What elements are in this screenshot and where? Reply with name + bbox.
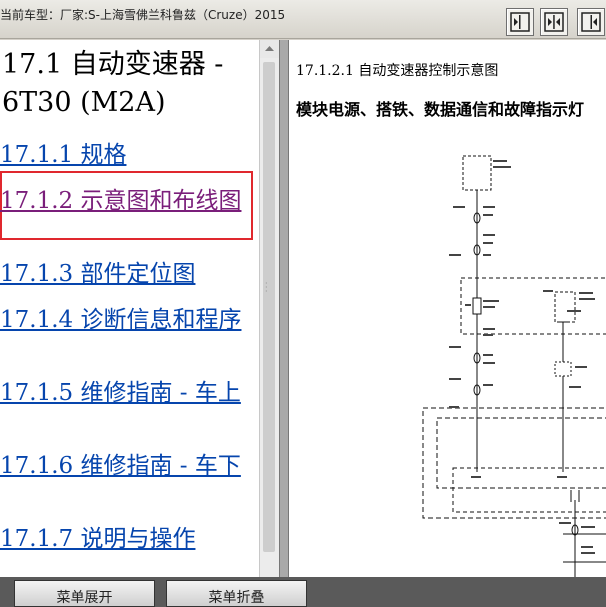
toc-item-repair-off-vehicle[interactable]: 17.1.6 维修指南 - 车下 — [0, 453, 258, 480]
bottom-bar: 菜单展开 菜单折叠 — [0, 577, 606, 607]
toc-title: 17.1 自动变速器 - 6T30 (M2A) — [2, 49, 224, 118]
menu-expand-button[interactable]: 菜单展开 — [14, 580, 155, 607]
arrow-left-icon — [510, 12, 530, 32]
toc-item-component-locator[interactable]: 17.1.3 部件定位图 — [0, 261, 258, 288]
scrollbar-thumb[interactable] — [263, 62, 275, 552]
wiring-diagram — [422, 155, 606, 577]
toc-item-repair-on-vehicle[interactable]: 17.1.5 维修指南 - 车上 — [0, 380, 258, 407]
both-panes-toggle-button[interactable] — [540, 8, 568, 36]
arrow-right-icon — [581, 12, 601, 32]
arrows-horizontal-icon — [544, 12, 564, 32]
grip-icon: · · · — [265, 279, 268, 296]
pane-splitter[interactable] — [279, 40, 289, 577]
toc-item-diagnostics[interactable]: 17.1.4 诊断信息和程序 — [0, 307, 258, 334]
toc-item-description-operation[interactable]: 17.1.7 说明与操作 — [0, 526, 258, 553]
right-pane-toggle-button[interactable] — [577, 8, 605, 36]
toc-item-schematics[interactable]: 17.1.2 示意图和布线图 — [0, 188, 258, 215]
title-bar: 当前车型：厂家:S-上海雪佛兰科鲁兹（Cruze）2015 — [0, 0, 606, 39]
subheading: 模块电源、搭铁、数据通信和故障指示灯 — [296, 100, 585, 119]
toc-scrollbar[interactable]: · · · — [259, 40, 279, 577]
left-pane-toggle-button[interactable] — [506, 8, 534, 36]
toc-pane: 17.1 自动变速器 - 6T30 (M2A) 17.1.1 规格 17.1.2… — [0, 40, 259, 577]
chevron-up-icon — [265, 46, 274, 51]
scroll-up-button[interactable] — [260, 40, 279, 58]
content-pane: 17.1.2.1 自动变速器控制示意图 模块电源、搭铁、数据通信和故障指示灯 — [289, 40, 606, 577]
menu-collapse-button[interactable]: 菜单折叠 — [166, 580, 307, 607]
toc-item-specs[interactable]: 17.1.1 规格 — [0, 142, 258, 169]
window-title: 当前车型：厂家:S-上海雪佛兰科鲁兹（Cruze）2015 — [0, 8, 286, 22]
section-heading: 17.1.2.1 自动变速器控制示意图 — [296, 63, 499, 79]
